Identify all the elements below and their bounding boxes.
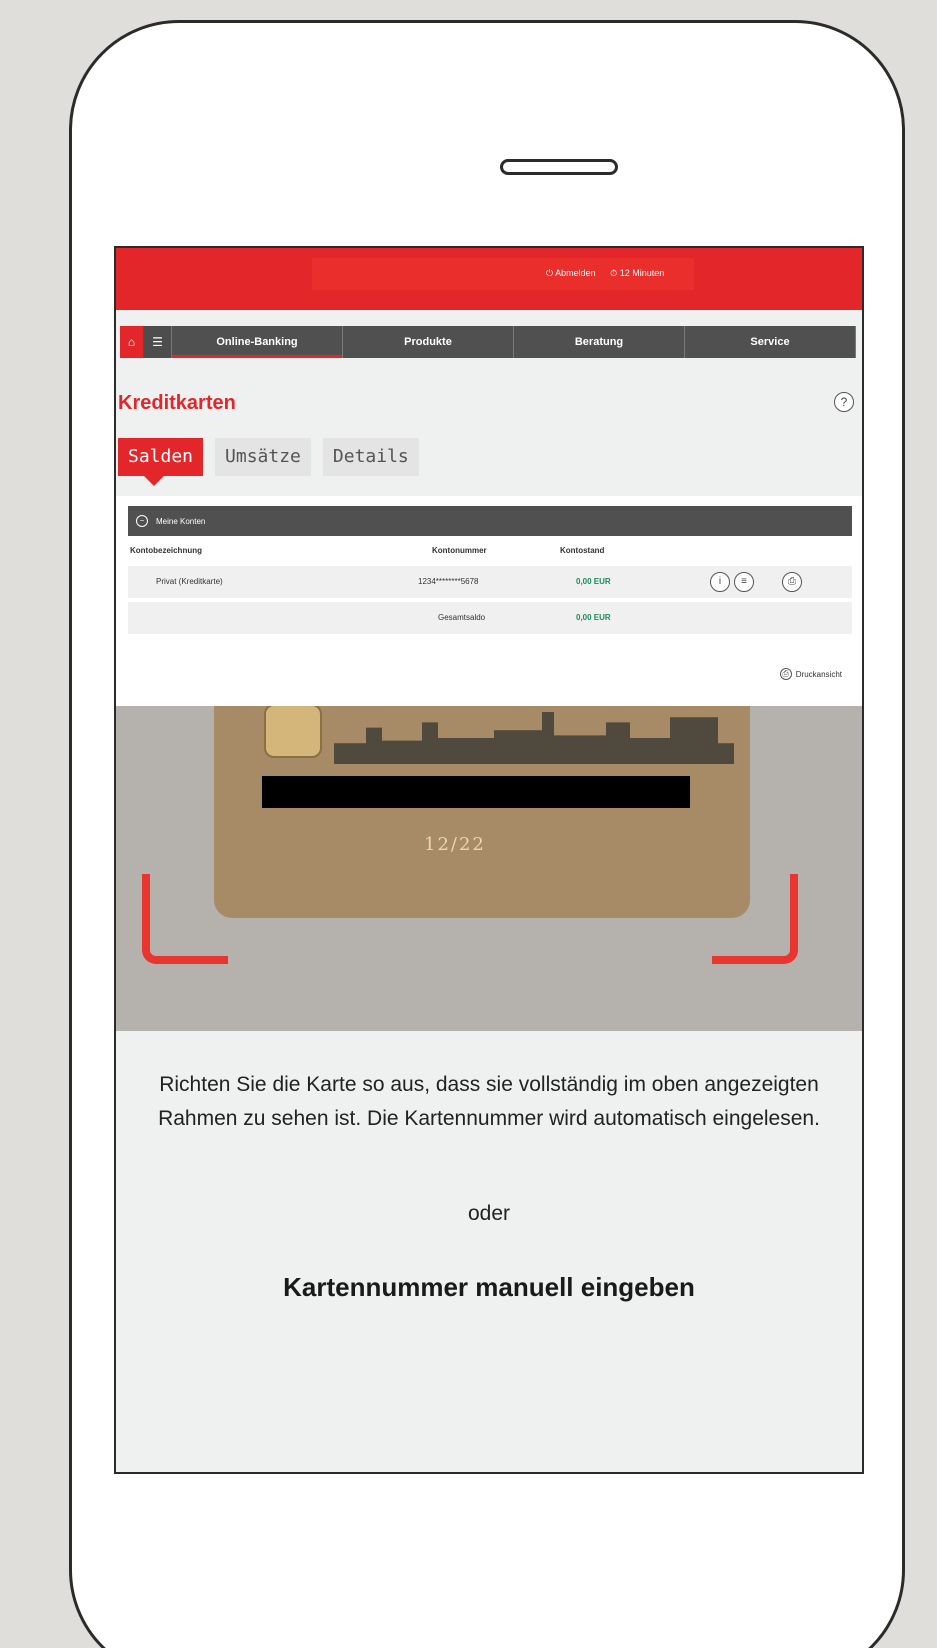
camera-preview: 12/22 <box>116 706 862 1031</box>
page-title: Kreditkarten <box>118 392 236 414</box>
session-timer-label: 12 Minuten <box>619 268 665 278</box>
account-number: 1234********5678 <box>418 577 479 586</box>
accounts-panel: − Meine Konten Kontobezeichnung Kontonum… <box>116 496 862 706</box>
tab-salden[interactable]: Salden <box>118 438 204 486</box>
session-timer: ⏱ 12 Minuten <box>610 268 665 278</box>
account-name[interactable]: Privat (Kreditkarte) <box>156 577 223 586</box>
menu-icon[interactable]: ☰ <box>144 326 172 358</box>
column-header-number: Kontonummer <box>432 546 487 555</box>
total-value: 0,00 EUR <box>576 613 611 622</box>
scan-frame-corner-left <box>142 874 228 964</box>
tab-details[interactable]: Details <box>322 438 419 476</box>
help-icon[interactable]: ? <box>834 392 854 412</box>
credit-card-image: 12/22 <box>214 706 750 918</box>
logout-link[interactable]: ⏻ Abmelden <box>546 268 602 278</box>
manual-entry-button[interactable]: Kartennummer manuell eingeben <box>116 1272 862 1303</box>
card-expiry: 12/22 <box>424 834 486 855</box>
phone-speaker <box>500 159 618 175</box>
home-icon[interactable]: ⌂ <box>120 326 144 358</box>
accounts-section-header[interactable]: − Meine Konten <box>128 506 852 536</box>
nav-item-online-banking[interactable]: Online-Banking <box>172 326 343 358</box>
scan-frame-corner-right <box>712 874 798 964</box>
card-chip <box>264 706 322 758</box>
table-row-total: Gesamtsaldo 0,00 EUR <box>128 602 852 634</box>
list-icon[interactable]: ≡ <box>734 572 754 592</box>
nav-item-beratung[interactable]: Beratung <box>514 326 685 358</box>
session-info: ⏻ Abmelden ⏱ 12 Minuten <box>546 268 676 279</box>
table-row[interactable]: Privat (Kreditkarte) 1234********5678 0,… <box>128 566 852 598</box>
print-view-icon: ⎙ <box>779 668 792 680</box>
scan-instruction: Richten Sie die Karte so aus, dass sie v… <box>158 1073 820 1130</box>
column-header-name: Kontobezeichnung <box>130 546 202 555</box>
total-label: Gesamtsaldo <box>438 613 486 622</box>
or-label: oder <box>467 1202 511 1225</box>
app-screen: ⏻ Abmelden ⏱ 12 Minuten ⌂ ☰ Online-Banki… <box>114 246 864 1474</box>
logout-label: Abmelden <box>555 268 596 278</box>
section-title: Meine Konten <box>156 516 206 526</box>
column-header-balance: Kontostand <box>560 546 605 555</box>
card-skyline <box>334 712 734 764</box>
print-icon[interactable]: ⎙ <box>782 572 802 592</box>
print-view-link[interactable]: ⎙ Druckansicht <box>779 668 842 680</box>
tab-bar: Salden Umsätze Details <box>118 438 419 486</box>
main-nav: ⌂ ☰ Online-Banking Produkte Beratung Ser… <box>120 326 856 358</box>
nav-item-produkte[interactable]: Produkte <box>343 326 514 358</box>
print-view-label: Druckansicht <box>795 669 842 679</box>
redacted-number <box>262 776 690 808</box>
tab-umsaetze[interactable]: Umsätze <box>215 438 311 476</box>
top-bar: ⏻ Abmelden ⏱ 12 Minuten <box>116 248 862 310</box>
nav-item-service[interactable]: Service <box>685 326 856 358</box>
collapse-icon[interactable]: − <box>136 515 148 527</box>
info-icon[interactable]: i <box>710 572 730 592</box>
account-balance: 0,00 EUR <box>576 577 611 586</box>
